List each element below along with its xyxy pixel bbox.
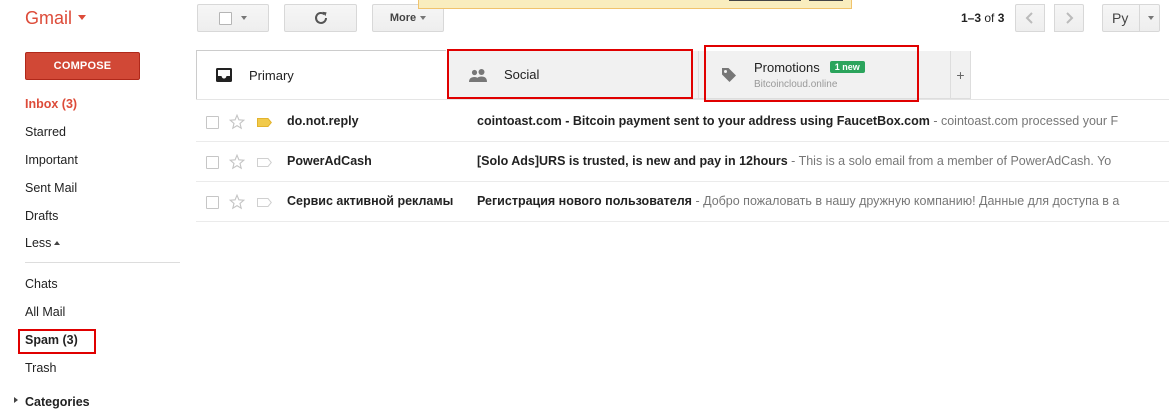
caret-up-icon [54, 240, 61, 245]
logo-text: Gmail [25, 8, 73, 28]
select-all-checkbox[interactable] [219, 11, 232, 25]
input-tools-caret-icon [1148, 16, 1155, 20]
tab-bottom-border [196, 99, 1169, 100]
sidebar-item-starred[interactable]: Starred [25, 125, 66, 139]
logo-caret-icon [78, 15, 87, 21]
importance-marker-icon[interactable] [257, 198, 272, 207]
sidebar-item-drafts[interactable]: Drafts [25, 209, 58, 223]
refresh-button[interactable] [284, 4, 357, 32]
message-checkbox[interactable] [206, 156, 219, 169]
tab-primary-label: Primary [249, 67, 294, 83]
tab-social-label: Social [504, 67, 540, 82]
sidebar-item-inbox[interactable]: Inbox (3) [25, 97, 77, 111]
message-sender: Сервис активной рекламы [287, 194, 454, 208]
refresh-icon [314, 11, 327, 24]
tab-primary[interactable]: Primary [196, 51, 447, 99]
pager-range: 1–3 [961, 11, 982, 25]
message-snippet: - cointoast.com processed your F [929, 114, 1119, 128]
older-button[interactable] [1054, 4, 1084, 32]
importance-marker-icon[interactable] [257, 158, 272, 167]
notification-button-edge-2[interactable] [809, 0, 843, 1]
select-all-button[interactable] [197, 4, 269, 32]
importance-marker-icon[interactable] [257, 118, 272, 127]
tag-icon [722, 67, 736, 82]
message-sender: do.not.reply [287, 114, 359, 128]
message-subject: Регистрация нового пользователя [477, 194, 692, 208]
message-subject: [Solo Ads]URS is trusted, is new and pay… [477, 154, 788, 168]
pagination-info: 1–3 of 3 [961, 11, 1004, 25]
message-snippet: - This is a solo email from a member of … [787, 154, 1112, 168]
more-label: More [389, 12, 417, 24]
notification-bar [418, 0, 852, 9]
select-dropdown-caret-icon [241, 16, 247, 20]
star-icon[interactable] [229, 114, 245, 130]
message-snippet: - Добро пожаловать в нашу дружную компан… [691, 194, 1120, 208]
new-count-badge: 1 new [829, 61, 865, 73]
tab-promotions[interactable]: Promotions 1 new Bitcoincloud.online [698, 51, 951, 99]
message-checkbox[interactable] [206, 116, 219, 129]
notification-button-edge[interactable] [729, 0, 801, 1]
star-icon[interactable] [229, 154, 245, 170]
message-row[interactable]: do.not.reply cointoast.com - Bitcoin pay… [196, 102, 1169, 142]
input-tools-button[interactable]: Ру [1102, 4, 1160, 32]
sidebar-item-all-mail[interactable]: All Mail [25, 305, 65, 319]
sidebar-item-important[interactable]: Important [25, 153, 78, 167]
add-tab-button[interactable]: + [951, 51, 971, 99]
people-icon [469, 68, 487, 82]
less-label: Less [25, 236, 52, 250]
sidebar-item-categories[interactable]: Categories [25, 395, 90, 409]
newer-button[interactable] [1015, 4, 1045, 32]
message-checkbox[interactable] [206, 196, 219, 209]
inbox-tray-icon [216, 68, 232, 82]
chevron-right-icon [1066, 12, 1074, 24]
sidebar-item-less[interactable]: Less [25, 236, 61, 250]
tab-social[interactable]: Social [447, 51, 698, 99]
sidebar-item-trash[interactable]: Trash [25, 361, 57, 375]
message-subject: cointoast.com - Bitcoin payment sent to … [477, 114, 930, 128]
compose-button[interactable]: COMPOSE [25, 52, 140, 80]
chevron-left-icon [1025, 12, 1033, 24]
language-label: Ру [1112, 10, 1129, 26]
message-row[interactable]: Сервис активной рекламы Регистрация ново… [196, 182, 1169, 222]
message-sender: PowerAdCash [287, 154, 372, 168]
tab-promotions-label: Promotions [754, 59, 820, 75]
sidebar-item-sent-mail[interactable]: Sent Mail [25, 181, 77, 195]
input-tools-divider [1139, 4, 1141, 32]
sidebar-item-chats[interactable]: Chats [25, 277, 58, 291]
expand-triangle-icon[interactable] [14, 397, 18, 403]
tab-promotions-sender: Bitcoincloud.online [754, 78, 838, 90]
pager-total: 3 [997, 11, 1005, 25]
more-caret-icon [420, 16, 427, 20]
sidebar-item-spam[interactable]: Spam (3) [25, 333, 78, 347]
gmail-logo[interactable]: Gmail [25, 8, 87, 29]
star-icon[interactable] [229, 194, 245, 210]
sidebar-divider [25, 262, 180, 263]
pager-of: of [984, 11, 995, 25]
message-row[interactable]: PowerAdCash [Solo Ads]URS is trusted, is… [196, 142, 1169, 182]
